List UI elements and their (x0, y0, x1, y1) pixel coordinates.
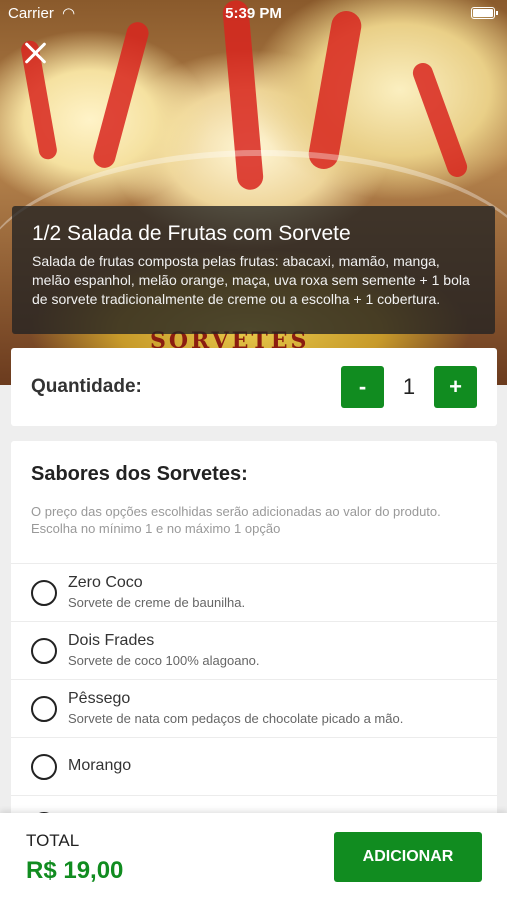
radio-button[interactable] (31, 638, 57, 664)
close-icon[interactable] (22, 40, 48, 66)
flavor-name: Dois Frades (68, 632, 155, 649)
battery-icon (471, 7, 498, 19)
flavor-name: Morango (68, 757, 132, 774)
add-to-cart-button[interactable]: ADICIONAR (334, 832, 482, 882)
product-description: Salada de frutas composta pelas frutas: … (32, 253, 470, 307)
status-bar: Carrier ◠ 5:39 PM (0, 0, 507, 28)
flavor-description: Sorvete de nata com pedaços de chocolate… (68, 711, 404, 726)
flavor-description: Sorvete de coco 100% alagoano. (68, 653, 260, 668)
radio-button[interactable] (31, 754, 57, 780)
increase-quantity-button[interactable]: + (434, 366, 477, 408)
flavors-hint: O preço das opções escolhidas serão adic… (31, 504, 441, 536)
flavor-option-zero-coco[interactable]: Zero Coco Sorvete de creme de baunilha. (11, 563, 497, 622)
product-info: 1/2 Salada de Frutas com Sorvete Salada … (12, 206, 495, 334)
product-title: 1/2 Salada de Frutas com Sorvete (32, 222, 351, 245)
quantity-label: Quantidade: (31, 376, 142, 397)
flavors-heading: Sabores dos Sorvetes: (31, 463, 248, 485)
flavor-name: Zero Coco (68, 574, 143, 591)
total-label: TOTAL (26, 831, 80, 850)
quantity-card: Quantidade: - 1 + (11, 348, 497, 426)
flavor-option-pessego[interactable]: Pêssego Sorvete de nata com pedaços de c… (11, 679, 497, 738)
order-footer: TOTAL R$ 19,00 ADICIONAR (0, 813, 507, 900)
flavor-option-dois-frades[interactable]: Dois Frades Sorvete de coco 100% alagoan… (11, 621, 497, 680)
flavor-option-morango[interactable]: Morango (11, 737, 497, 796)
flavor-name: Pêssego (68, 690, 131, 707)
decrease-quantity-button[interactable]: - (341, 366, 384, 408)
flavors-section: Sabores dos Sorvetes: O preço das opções… (11, 441, 497, 861)
status-time: 5:39 PM (225, 5, 282, 22)
flavor-description: Sorvete de creme de baunilha. (68, 595, 246, 610)
total-value: R$ 19,00 (26, 857, 124, 884)
quantity-value: 1 (402, 374, 416, 399)
radio-button[interactable] (31, 580, 57, 606)
radio-button[interactable] (31, 696, 57, 722)
